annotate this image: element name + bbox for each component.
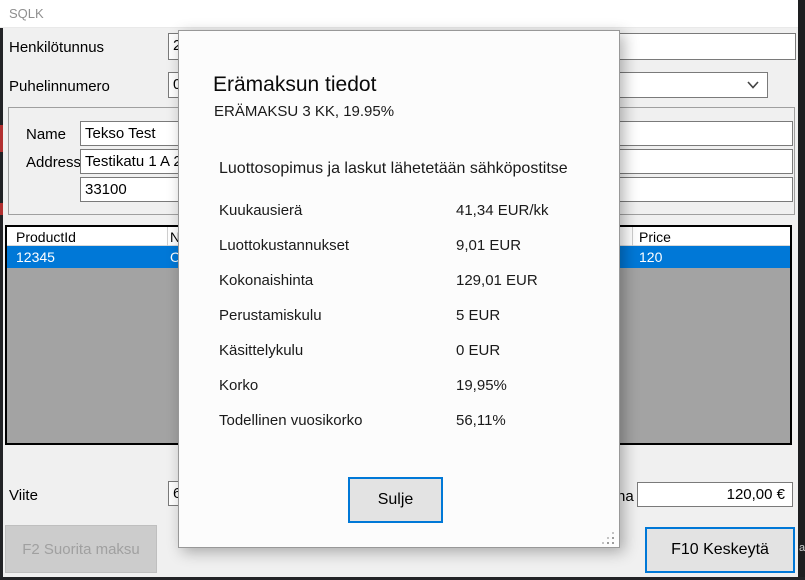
row-value-kasittelykulu: 0 EUR xyxy=(456,342,500,359)
row-value-kuukausiera: 41,34 EUR/kk xyxy=(456,202,549,219)
summa-input[interactable]: 120,00 € xyxy=(637,482,793,507)
dialog-title: Erämaksun tiedot xyxy=(213,73,376,97)
cell-productid: 12345 xyxy=(16,249,55,265)
grid-column-divider xyxy=(167,227,168,246)
henkilotunnus-label: Henkilötunnus xyxy=(9,39,104,56)
grid-header-productid[interactable]: ProductId xyxy=(16,229,76,245)
row-value-perustamiskulu: 5 EUR xyxy=(456,307,500,324)
installment-details-dialog: Erämaksun tiedot ERÄMAKSU 3 KK, 19.95% L… xyxy=(178,30,620,548)
address-label: Address xyxy=(26,154,81,171)
row-label-todellinen-vuosikorko: Todellinen vuosikorko xyxy=(219,412,362,429)
screen-right-edge xyxy=(798,0,805,580)
dialog-note: Luottosopimus ja laskut lähetetään sähkö… xyxy=(219,160,568,178)
screen-left-edge xyxy=(0,0,3,580)
row-label-kasittelykulu: Käsittelykulu xyxy=(219,342,303,359)
f2-suorita-maksu-button[interactable]: F2 Suorita maksu xyxy=(5,525,157,573)
puhelinnumero-label: Puhelinnumero xyxy=(9,78,110,95)
chevron-down-icon xyxy=(747,81,759,89)
dialog-subtitle: ERÄMAKSU 3 KK, 19.95% xyxy=(214,103,394,120)
sulje-close-button[interactable]: Sulje xyxy=(348,477,443,523)
cell-price: 120 xyxy=(639,249,662,265)
window-title: SQLK xyxy=(9,6,44,21)
row-value-kokonaishinta: 129,01 EUR xyxy=(456,272,538,289)
background-text-fragment: a xyxy=(799,542,805,554)
background-red-fragment xyxy=(0,125,3,152)
row-label-kokonaishinta: Kokonaishinta xyxy=(219,272,313,289)
name-label: Name xyxy=(26,126,66,143)
viite-label: Viite xyxy=(9,487,38,504)
row-label-kuukausiera: Kuukausierä xyxy=(219,202,302,219)
resize-grip-icon[interactable] xyxy=(602,532,604,534)
background-red-fragment xyxy=(0,203,3,215)
row-label-luottokustannukset: Luottokustannukset xyxy=(219,237,349,254)
f10-keskeyta-button[interactable]: F10 Keskeytä xyxy=(645,527,795,573)
grid-column-divider xyxy=(632,227,633,246)
row-label-perustamiskulu: Perustamiskulu xyxy=(219,307,322,324)
window-titlebar[interactable]: SQLK xyxy=(0,0,798,28)
grid-header-price[interactable]: Price xyxy=(639,229,671,245)
row-value-korko: 19,95% xyxy=(456,377,507,394)
row-value-todellinen-vuosikorko: 56,11% xyxy=(456,412,506,429)
row-value-luottokustannukset: 9,01 EUR xyxy=(456,237,521,254)
row-label-korko: Korko xyxy=(219,377,258,394)
